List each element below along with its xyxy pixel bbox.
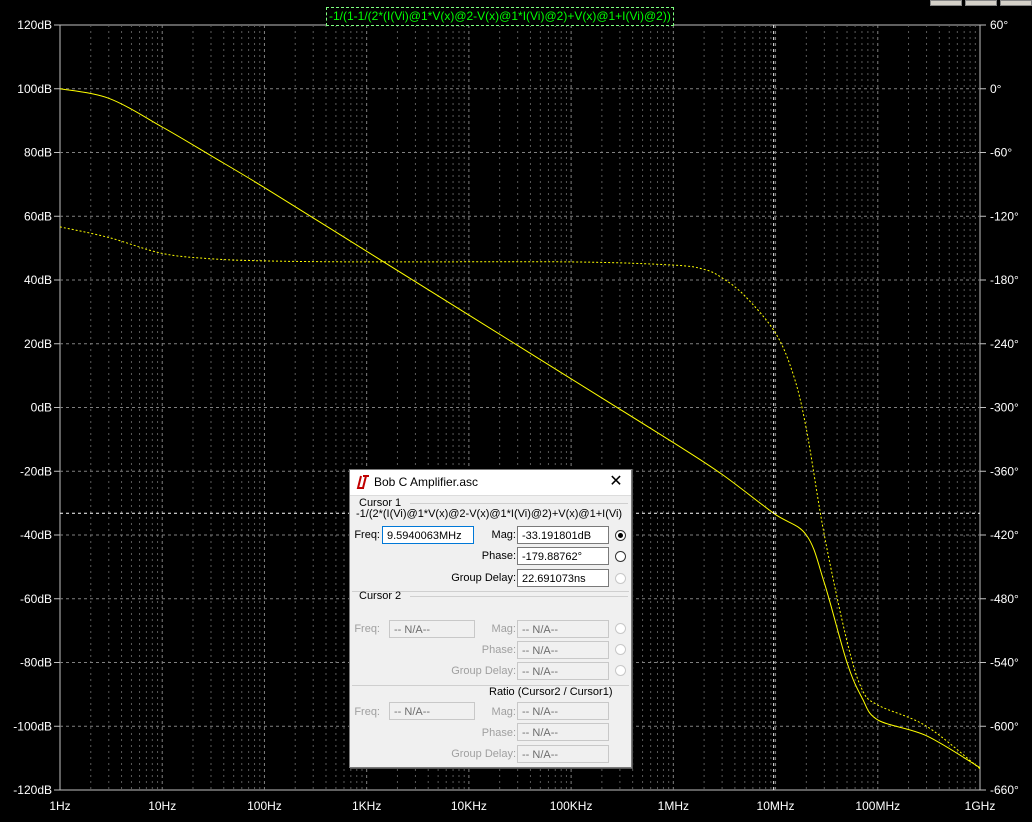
y-tick-label-left: -40dB xyxy=(20,528,52,542)
y-tick-label-left: -100dB xyxy=(13,719,52,733)
y-tick-label-left: 0dB xyxy=(31,401,52,415)
y-tick-label-right: -60° xyxy=(990,146,1012,160)
y-tick-label-left: -80dB xyxy=(20,656,52,670)
cursor2-freq-field[interactable]: -- N/A-- xyxy=(389,620,475,638)
trace-expression-label[interactable]: -1/(1-1/(2*(I(Vi)@1*V(x)@2-V(x)@1*I(Vi)@… xyxy=(326,7,674,26)
dialog-title: Bob C Amplifier.asc xyxy=(374,475,479,489)
cursor1-freq-field[interactable]: 9.5940063MHz xyxy=(382,526,474,544)
ratio-mag-label: Mag: xyxy=(491,706,516,718)
x-tick-label: 1MHz xyxy=(658,799,689,813)
maximize-button[interactable] xyxy=(965,0,997,6)
ratio-mag-field[interactable]: -- N/A-- xyxy=(517,702,609,720)
y-tick-label-right: 0° xyxy=(990,82,1002,96)
cursor-dialog: Bob C Amplifier.asc ✕ Cursor 1 -1/(2*(I(… xyxy=(349,469,632,768)
x-tick-label: 1KHz xyxy=(352,799,381,813)
y-tick-label-right: -540° xyxy=(990,656,1019,670)
x-tick-label: 10KHz xyxy=(451,799,487,813)
cursor1-group-delay-radio[interactable] xyxy=(615,573,626,584)
cursor1-divider xyxy=(410,503,628,504)
cursor1-freq-label: Freq: xyxy=(354,529,380,541)
cursor1-mag-field[interactable]: -33.191801dB xyxy=(517,526,609,544)
y-tick-label-left: 80dB xyxy=(24,146,52,160)
ratio-freq-label: Freq: xyxy=(354,706,380,718)
cursor2-freq-label: Freq: xyxy=(354,623,380,635)
y-tick-label-right: -240° xyxy=(990,337,1019,351)
y-tick-label-left: 40dB xyxy=(24,273,52,287)
dialog-titlebar[interactable]: Bob C Amplifier.asc ✕ xyxy=(350,470,631,496)
cursor2-group-delay-radio[interactable] xyxy=(615,665,626,676)
y-tick-label-right: -120° xyxy=(990,209,1019,223)
cursor1-phase-radio[interactable] xyxy=(615,551,626,562)
cursor1-phase-label: Phase: xyxy=(481,550,516,562)
close-window-button[interactable] xyxy=(1000,0,1032,6)
y-tick-label-right: -660° xyxy=(990,783,1019,797)
y-tick-label-right: -480° xyxy=(990,592,1019,606)
x-tick-label: 100Hz xyxy=(247,799,282,813)
cursor2-phase-label: Phase: xyxy=(481,644,516,656)
cursor1-expression: -1/(2*(I(Vi)@1*V(x)@2-V(x)@1*I(Vi)@2)+V(… xyxy=(356,508,623,520)
y-tick-label-left: 20dB xyxy=(24,337,52,351)
cursor2-phase-radio[interactable] xyxy=(615,644,626,655)
cursor1-group-delay-label: Group Delay: xyxy=(451,572,516,584)
x-tick-label: 10Hz xyxy=(148,799,176,813)
minimize-button[interactable] xyxy=(930,0,962,6)
ratio-group-delay-label: Group Delay: xyxy=(451,748,516,760)
y-tick-label-right: -360° xyxy=(990,464,1019,478)
y-tick-label-right: -420° xyxy=(990,528,1019,542)
cursor2-mag-field[interactable]: -- N/A-- xyxy=(517,620,609,638)
x-tick-label: 1Hz xyxy=(49,799,70,813)
cursor2-group-delay-label: Group Delay: xyxy=(451,665,516,677)
ratio-group-delay-field[interactable]: -- N/A-- xyxy=(517,745,609,763)
x-tick-label: 100MHz xyxy=(855,799,900,813)
y-tick-label-left: -120dB xyxy=(13,783,52,797)
y-tick-label-right: -180° xyxy=(990,273,1019,287)
x-tick-label: 10MHz xyxy=(757,799,795,813)
y-tick-label-left: 60dB xyxy=(24,209,52,223)
dialog-close-button[interactable]: ✕ xyxy=(605,472,627,492)
cursor1-group-delay-field[interactable]: 22.691073ns xyxy=(517,569,609,587)
cursor1-mag-radio[interactable] xyxy=(615,530,626,541)
ratio-group-label: Ratio (Cursor2 / Cursor1) xyxy=(489,686,613,698)
cursor2-group-label: Cursor 2 xyxy=(359,590,402,602)
cursor2-mag-radio[interactable] xyxy=(615,623,626,634)
x-tick-label: 100KHz xyxy=(550,799,593,813)
cursor2-phase-field[interactable]: -- N/A-- xyxy=(517,641,609,659)
y-tick-label-right: -300° xyxy=(990,401,1019,415)
cursor1-mag-label: Mag: xyxy=(491,529,516,541)
y-tick-label-left: 120dB xyxy=(17,18,52,32)
cursor1-phase-field[interactable]: -179.88762° xyxy=(517,547,609,565)
y-tick-label-left: -20dB xyxy=(20,464,52,478)
x-tick-label: 1GHz xyxy=(965,799,996,813)
y-tick-label-right: -600° xyxy=(990,719,1019,733)
y-tick-label-right: 60° xyxy=(990,18,1008,32)
ratio-phase-label: Phase: xyxy=(481,727,516,739)
y-tick-label-left: -60dB xyxy=(20,592,52,606)
ltspice-logo-icon xyxy=(356,475,369,489)
cursor2-divider xyxy=(410,596,628,597)
cursor2-group-delay-field[interactable]: -- N/A-- xyxy=(517,662,609,680)
ratio-freq-field[interactable]: -- N/A-- xyxy=(389,702,475,720)
y-tick-label-left: 100dB xyxy=(17,82,52,96)
ratio-phase-field[interactable]: -- N/A-- xyxy=(517,723,609,741)
cursor2-mag-label: Mag: xyxy=(491,623,516,635)
